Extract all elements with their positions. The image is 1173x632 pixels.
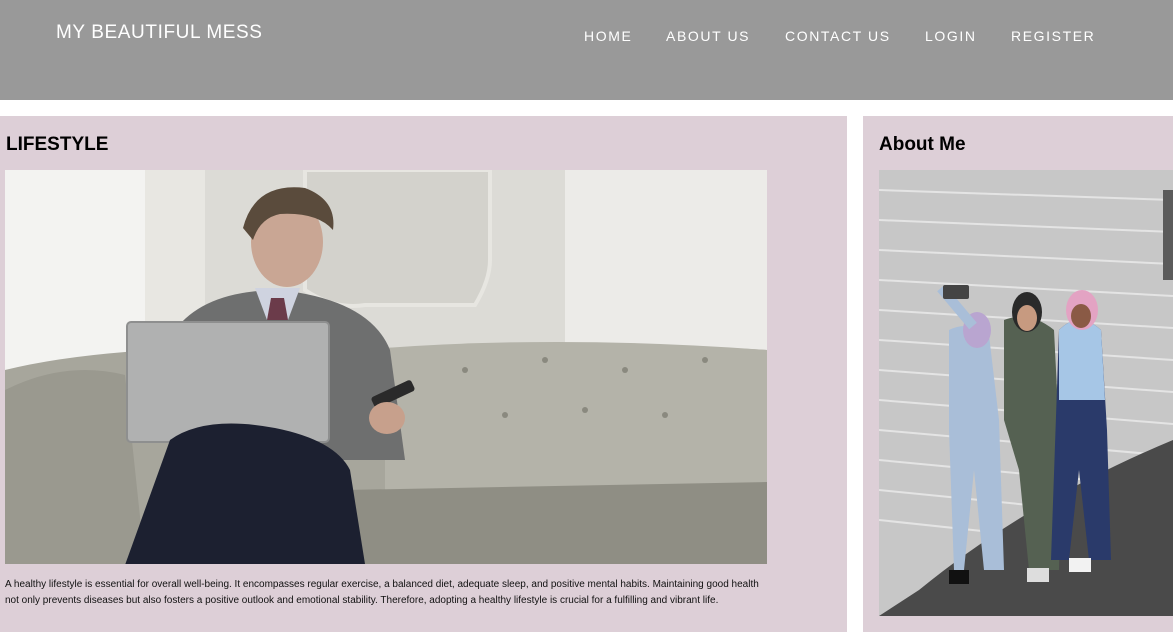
about-me-heading: About Me	[879, 134, 966, 155]
lifestyle-paragraph: A healthy lifestyle is essential for ove…	[5, 579, 759, 606]
about-me-photo	[879, 170, 1173, 616]
about-me-panel: About Me	[863, 116, 1173, 632]
lifestyle-heading: LIFESTYLE	[6, 134, 109, 155]
main-nav: HOME ABOUT US CONTACT US LOGIN REGISTER	[0, 28, 1173, 48]
nav-contact-us-link[interactable]: CONTACT US	[785, 28, 891, 44]
nav-login-link[interactable]: LOGIN	[925, 28, 977, 44]
nav-home-link[interactable]: HOME	[584, 28, 632, 44]
nav-about-us-link[interactable]: ABOUT US	[666, 28, 750, 44]
site-header: MY BEAUTIFUL MESS HOME ABOUT US CONTACT …	[0, 0, 1173, 100]
nav-register-link[interactable]: REGISTER	[1011, 28, 1095, 44]
lifestyle-photo	[5, 170, 767, 564]
lifestyle-article: LIFESTYLE A healthy lifestyle is essenti…	[0, 116, 847, 632]
